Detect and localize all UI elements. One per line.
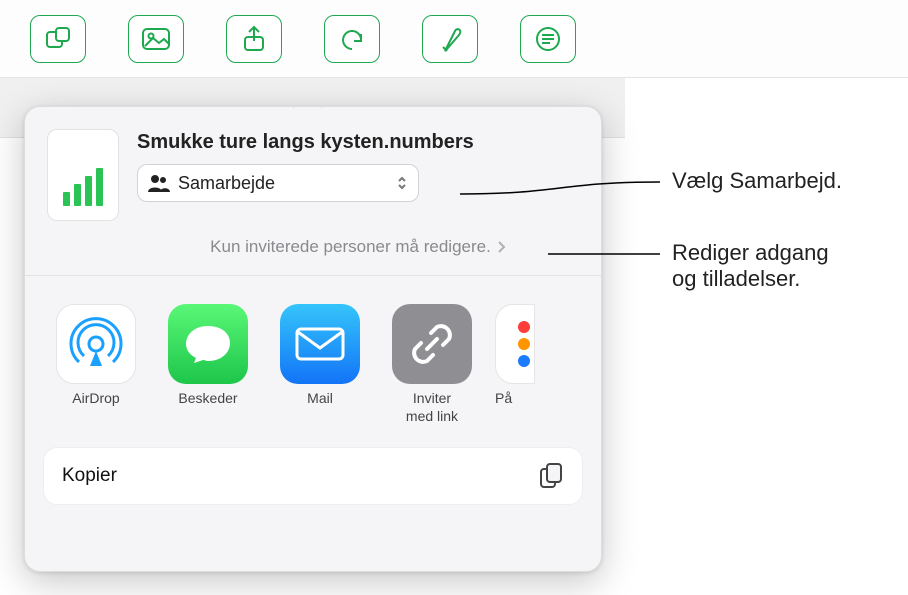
share-mode-selector[interactable]: Samarbejde [137,164,419,202]
copy-label: Kopier [62,465,117,487]
link-icon [392,304,472,384]
share-app-label: På [495,390,512,408]
chevron-right-icon [497,240,506,254]
airdrop-icon [56,304,136,384]
mail-icon [280,304,360,384]
share-button[interactable] [226,15,282,63]
share-app-messages[interactable]: Beskeder [159,304,257,408]
reminders-icon [495,304,535,384]
copy-action[interactable]: Kopier [43,447,583,505]
copy-icon [538,462,564,490]
share-app-label: Beskeder [178,390,237,408]
more-button[interactable] [520,15,576,63]
document-thumbnail [47,129,119,221]
share-app-airdrop[interactable]: AirDrop [47,304,145,408]
share-apps-row[interactable]: AirDrop Beskeder Mail Inviter med link P… [25,276,601,445]
format-button[interactable] [422,15,478,63]
share-app-label: Inviter med link [406,390,458,425]
messages-icon [168,304,248,384]
chevron-up-down-icon [396,175,408,191]
share-app-label: Mail [307,390,333,408]
callout-permissions: Rediger adgang og tilladelser. [672,240,829,292]
undo-button[interactable] [324,15,380,63]
share-app-mail[interactable]: Mail [271,304,369,408]
callout-collaborate: Vælg Samarbejd. [672,168,842,194]
share-app-label: AirDrop [72,390,119,408]
share-app-reminders[interactable]: På [495,304,535,408]
document-filename: Smukke ture langs kysten.numbers [137,131,579,154]
media-button[interactable] [128,15,184,63]
people-icon [148,174,170,192]
permissions-row[interactable]: Kun inviterede personer må redigere. [47,237,579,257]
share-sheet-header: Smukke ture langs kysten.numbers Samarbe… [25,107,601,276]
permissions-text: Kun inviterede personer må redigere. [210,237,491,257]
share-mode-label: Samarbejde [178,173,275,194]
share-app-invite-link[interactable]: Inviter med link [383,304,481,425]
app-toolbar [0,0,908,78]
insert-shape-button[interactable] [30,15,86,63]
share-sheet: Smukke ture langs kysten.numbers Samarbe… [24,106,602,572]
